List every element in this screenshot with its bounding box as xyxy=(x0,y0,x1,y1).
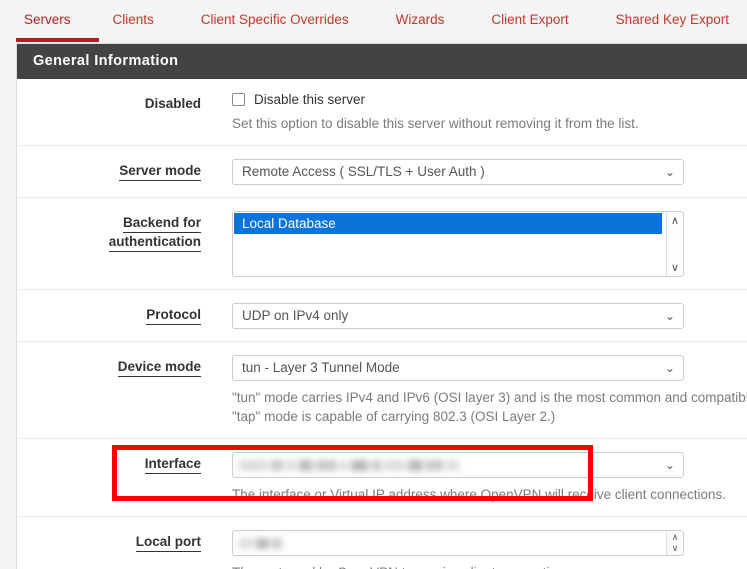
form-row-disabled: Disabled Disable this server Set this op… xyxy=(17,79,747,146)
label-disabled: Disabled xyxy=(17,92,201,113)
protocol-select-value: UDP on IPv4 only xyxy=(242,308,349,323)
panel-body: Disabled Disable this server Set this op… xyxy=(17,79,747,569)
label-interface-text: Interface xyxy=(144,455,201,474)
form-row-local-port: Local port ∧ ∨ xyxy=(17,517,747,569)
form-row-backend-authentication: Backend for authentication Local Databas… xyxy=(17,198,747,290)
panel-title: General Information xyxy=(17,44,747,79)
form-row-interface: Interface ⌄ The interface or Virtual IP … xyxy=(17,439,747,517)
disable-server-checkbox-label[interactable]: Disable this server xyxy=(254,92,365,107)
server-mode-select[interactable]: Remote Access ( SSL/TLS + User Auth ) ⌄ xyxy=(232,159,684,185)
control-backend-authentication: Local Database ∧ ∨ xyxy=(201,211,747,277)
scroll-down-icon[interactable]: ∨ xyxy=(667,261,683,274)
tab-shared-key-export[interactable]: Shared Key Export xyxy=(616,0,729,34)
interface-select[interactable]: ⌄ xyxy=(232,452,684,478)
label-protocol-text: Protocol xyxy=(146,306,201,325)
help-local-port: The port used by OpenVPN to receive clie… xyxy=(232,563,747,569)
chevron-down-icon: ⌄ xyxy=(664,361,675,375)
protocol-select[interactable]: UDP on IPv4 only ⌄ xyxy=(232,303,684,329)
page-root: Servers Clients Client Specific Overrides W… xyxy=(0,0,747,569)
control-local-port: ∧ ∨ The port used by OpenVPN to receive … xyxy=(201,530,747,569)
backend-authentication-multiselect[interactable]: Local Database ∧ ∨ xyxy=(232,211,684,277)
spinner-down-icon[interactable]: ∨ xyxy=(667,543,683,554)
general-information-panel: General Information Disabled Disable thi… xyxy=(16,43,747,569)
help-disabled: Set this option to disable this server w… xyxy=(232,116,639,131)
label-local-port: Local port xyxy=(17,530,201,552)
label-device-mode-text: Device mode xyxy=(117,358,201,377)
control-protocol: UDP on IPv4 only ⌄ xyxy=(201,303,747,329)
label-backend-authentication-line2: authentication xyxy=(108,233,201,252)
form-row-server-mode: Server mode Remote Access ( SSL/TLS + Us… xyxy=(17,146,747,198)
device-mode-select[interactable]: tun - Layer 3 Tunnel Mode ⌄ xyxy=(232,355,684,381)
tab-wizards[interactable]: Wizards xyxy=(396,0,445,34)
label-protocol: Protocol xyxy=(17,303,201,325)
tab-client-specific-overrides[interactable]: Client Specific Overrides xyxy=(201,0,349,34)
chevron-down-icon: ⌄ xyxy=(664,309,675,323)
help-interface: The interface or Virtual IP address wher… xyxy=(232,487,726,502)
active-tab-indicator xyxy=(16,38,99,42)
help-device-mode-line1: "tun" mode carries IPv4 and IPv6 (OSI la… xyxy=(232,390,747,405)
tab-clients[interactable]: Clients xyxy=(113,0,154,34)
local-port-input[interactable]: ∧ ∨ xyxy=(232,530,684,556)
label-server-mode: Server mode xyxy=(17,159,201,181)
tab-client-export[interactable]: Client Export xyxy=(491,0,568,34)
scroll-up-icon[interactable]: ∧ xyxy=(667,214,683,227)
form-row-device-mode: Device mode tun - Layer 3 Tunnel Mode ⌄ … xyxy=(17,342,747,439)
form-row-protocol: Protocol UDP on IPv4 only ⌄ xyxy=(17,290,747,342)
interface-value-redacted xyxy=(235,454,459,476)
local-port-value-redacted xyxy=(235,532,282,554)
backend-option-local-database[interactable]: Local Database xyxy=(234,213,662,234)
spinner-up-icon[interactable]: ∧ xyxy=(667,532,683,543)
tab-servers[interactable]: Servers xyxy=(24,0,71,34)
label-device-mode: Device mode xyxy=(17,355,201,377)
help-device-mode-line2: "tap" mode is capable of carrying 802.3 … xyxy=(232,409,556,424)
server-mode-select-value: Remote Access ( SSL/TLS + User Auth ) xyxy=(242,164,485,179)
chevron-down-icon: ⌄ xyxy=(664,165,675,179)
control-server-mode: Remote Access ( SSL/TLS + User Auth ) ⌄ xyxy=(201,159,747,185)
multiselect-scrollbar[interactable]: ∧ ∨ xyxy=(666,212,683,276)
local-port-stepper[interactable]: ∧ ∨ xyxy=(666,531,683,555)
label-server-mode-text: Server mode xyxy=(119,162,201,181)
label-interface: Interface xyxy=(17,452,201,474)
label-disabled-text: Disabled xyxy=(144,96,201,111)
device-mode-select-value: tun - Layer 3 Tunnel Mode xyxy=(242,360,400,375)
control-interface: ⌄ The interface or Virtual IP address wh… xyxy=(201,452,747,504)
label-backend-authentication-line1: Backend for xyxy=(122,214,201,233)
control-device-mode: tun - Layer 3 Tunnel Mode ⌄ "tun" mode c… xyxy=(201,355,747,426)
tab-bar: Servers Clients Client Specific Overrides W… xyxy=(0,0,747,43)
label-local-port-text: Local port xyxy=(135,533,201,552)
control-disabled: Disable this server Set this option to d… xyxy=(201,92,747,133)
disable-server-checkbox-line: Disable this server xyxy=(232,92,747,107)
disable-server-checkbox[interactable] xyxy=(232,93,245,106)
chevron-down-icon: ⌄ xyxy=(664,458,675,472)
label-backend-authentication: Backend for authentication xyxy=(17,211,201,252)
